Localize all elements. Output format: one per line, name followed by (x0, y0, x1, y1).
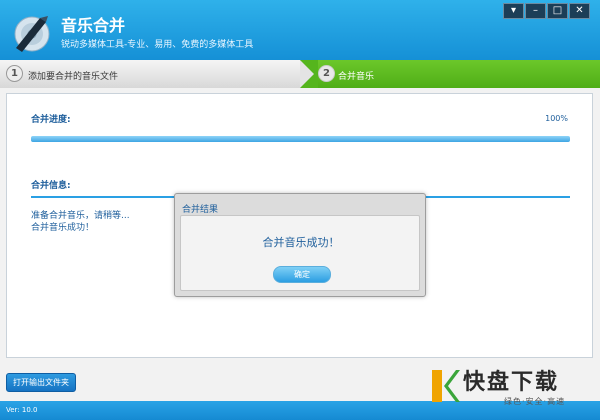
step-2[interactable]: 2 合并音乐 (318, 60, 600, 88)
step-1[interactable]: 1 添加要合并的音乐文件 (0, 60, 300, 88)
watermark-logo-icon (432, 370, 460, 402)
app-title: 音乐合并 (61, 16, 126, 35)
progress-percent: 100% (545, 114, 568, 123)
info-log: 准备合并音乐，请稍等... 合并音乐成功！ (31, 210, 130, 234)
music-disc-icon (14, 16, 50, 52)
watermark-title: 快盘下载 (463, 370, 560, 395)
progress-bar (31, 136, 570, 142)
dialog-message: 合并音乐成功！ (262, 236, 340, 249)
menu-icon[interactable]: ▾ (503, 3, 524, 19)
step-1-label: 添加要合并的音乐文件 (28, 72, 119, 82)
ok-button[interactable]: 确定 (273, 266, 331, 283)
app-subtitle: 锐动多媒体工具-专业、易用、免费的多媒体工具 (61, 40, 254, 50)
app-window: 音乐合并 锐动多媒体工具-专业、易用、免费的多媒体工具 ▾ – □ ✕ 1 添加… (0, 0, 600, 420)
close-icon[interactable]: ✕ (569, 3, 590, 19)
log-line: 准备合并音乐，请稍等... (31, 211, 130, 221)
dialog-body: 合并音乐成功！ 确定 (180, 215, 420, 291)
step-2-number: 2 (318, 65, 335, 82)
minimize-icon[interactable]: – (525, 3, 546, 19)
title-bar: 音乐合并 锐动多媒体工具-专业、易用、免费的多媒体工具 ▾ – □ ✕ (0, 0, 600, 60)
watermark-slogan: 绿色·安全·高速 (504, 397, 566, 406)
dialog-title: 合并结果 (182, 205, 219, 215)
info-label: 合并信息: (31, 181, 71, 191)
result-dialog: 合并结果 合并音乐成功！ 确定 (174, 193, 426, 297)
progress-fill (31, 136, 570, 142)
step-bar: 1 添加要合并的音乐文件 2 合并音乐 (0, 60, 600, 88)
log-line: 合并音乐成功！ (31, 223, 95, 233)
step-arrow (300, 60, 314, 88)
version-label: Ver: 10.0 (6, 406, 38, 414)
step-2-label: 合并音乐 (338, 72, 375, 82)
window-controls: ▾ – □ ✕ (502, 3, 590, 19)
watermark: 快盘下载 绿色·安全·高速 (426, 363, 600, 411)
maximize-icon[interactable]: □ (547, 3, 568, 19)
step-1-number: 1 (6, 65, 23, 82)
progress-label: 合并进度: (31, 115, 71, 125)
open-output-folder-button[interactable]: 打开输出文件夹 (6, 373, 76, 392)
